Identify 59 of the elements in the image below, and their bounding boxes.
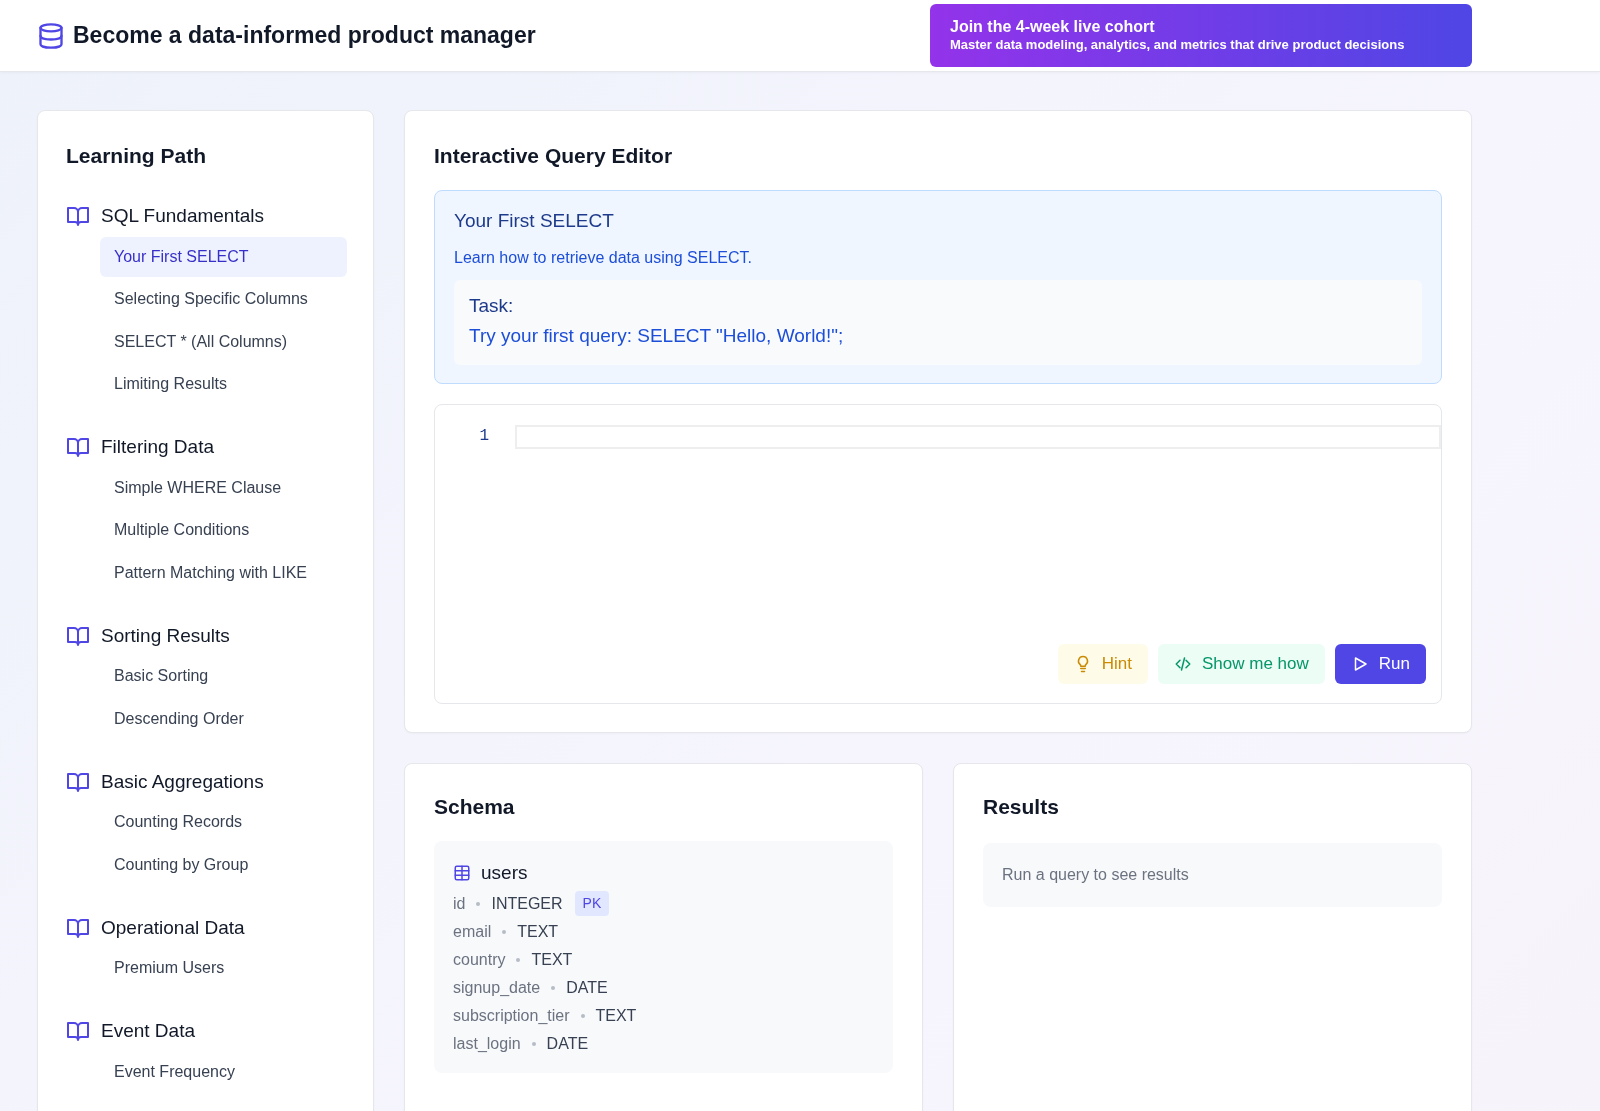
lesson-link[interactable]: Counting by Group [100, 844, 347, 885]
panel-title: Results [983, 793, 1060, 819]
lesson-link[interactable]: Event Frequency [100, 1051, 347, 1092]
lesson-link[interactable]: Pattern Matching with LIKE [100, 552, 347, 593]
section-title: SQL Fundamentals [101, 204, 264, 229]
separator-dot [502, 929, 507, 934]
lesson-link[interactable]: Premium Users [100, 948, 347, 989]
lesson-link[interactable]: Basic Sorting [100, 656, 347, 697]
section-title: Event Data [101, 1019, 195, 1044]
key-badge: PK [574, 891, 610, 917]
lesson-link[interactable]: Descending Order [100, 698, 347, 739]
separator-dot [531, 1041, 536, 1046]
book-icon [66, 204, 90, 229]
book-icon [66, 435, 90, 460]
database-icon [37, 21, 65, 50]
table-name: users [481, 860, 528, 885]
column-type: TEXT [531, 949, 573, 970]
lesson-link[interactable]: Multiple Conditions [100, 510, 347, 551]
lesson-link[interactable]: Counting Records [100, 802, 347, 843]
section-title: Sorting Results [101, 623, 230, 648]
column-type: INTEGER [491, 893, 563, 914]
column-name: email [453, 921, 492, 942]
panel-title: Interactive Query Editor [434, 143, 674, 169]
column-name: signup_date [453, 977, 541, 998]
code-icon [1174, 654, 1193, 673]
app-title: Become a data-informed product manager [73, 21, 536, 51]
column-type: DATE [566, 977, 608, 998]
lesson-link[interactable]: Limiting Results [100, 364, 347, 405]
section-title: Operational Data [101, 915, 245, 940]
lesson-link[interactable]: SELECT * (All Columns) [100, 321, 347, 362]
run-button[interactable]: Run [1334, 643, 1426, 684]
separator-dot [516, 957, 521, 962]
column-name: subscription_tier [453, 1005, 570, 1026]
panel-title: Learning Path [66, 143, 208, 169]
section-title: Filtering Data [101, 435, 214, 460]
promo-banner[interactable]: Join the 4-week live cohort Master data modeling, analytics, and metrics that drive product decisions [930, 4, 1472, 67]
separator-dot [580, 1013, 585, 1018]
column-name: country [453, 949, 506, 970]
lesson-description: Learn how to retrieve data using SELECT. [454, 247, 753, 268]
column-name: last_login [453, 1033, 521, 1054]
section-title: Basic Aggregations [101, 769, 264, 794]
panel-title: Schema [434, 793, 516, 819]
separator-dot [476, 901, 481, 906]
results-output-field: Run a query to see results [983, 842, 1442, 907]
task-text: Try your first query: SELECT "Hello, World!"; [469, 324, 845, 349]
column-type: TEXT [517, 921, 559, 942]
column-type: TEXT [595, 1005, 637, 1026]
show-button[interactable]: Show me how [1158, 643, 1325, 684]
separator-dot [551, 985, 556, 990]
book-icon [66, 1019, 90, 1044]
lesson-link[interactable]: Selecting Specific Columns [100, 279, 347, 320]
table-icon [453, 864, 471, 883]
line-number: 1 [478, 425, 490, 447]
lesson-link[interactable]: Your First SELECT [100, 236, 347, 277]
lesson-link[interactable]: Simple WHERE Clause [100, 467, 347, 508]
task-label: Task: [469, 293, 515, 318]
column-type: DATE [546, 1033, 589, 1054]
lesson-title: Your First SELECT [454, 209, 615, 234]
column-name: id [453, 893, 466, 914]
